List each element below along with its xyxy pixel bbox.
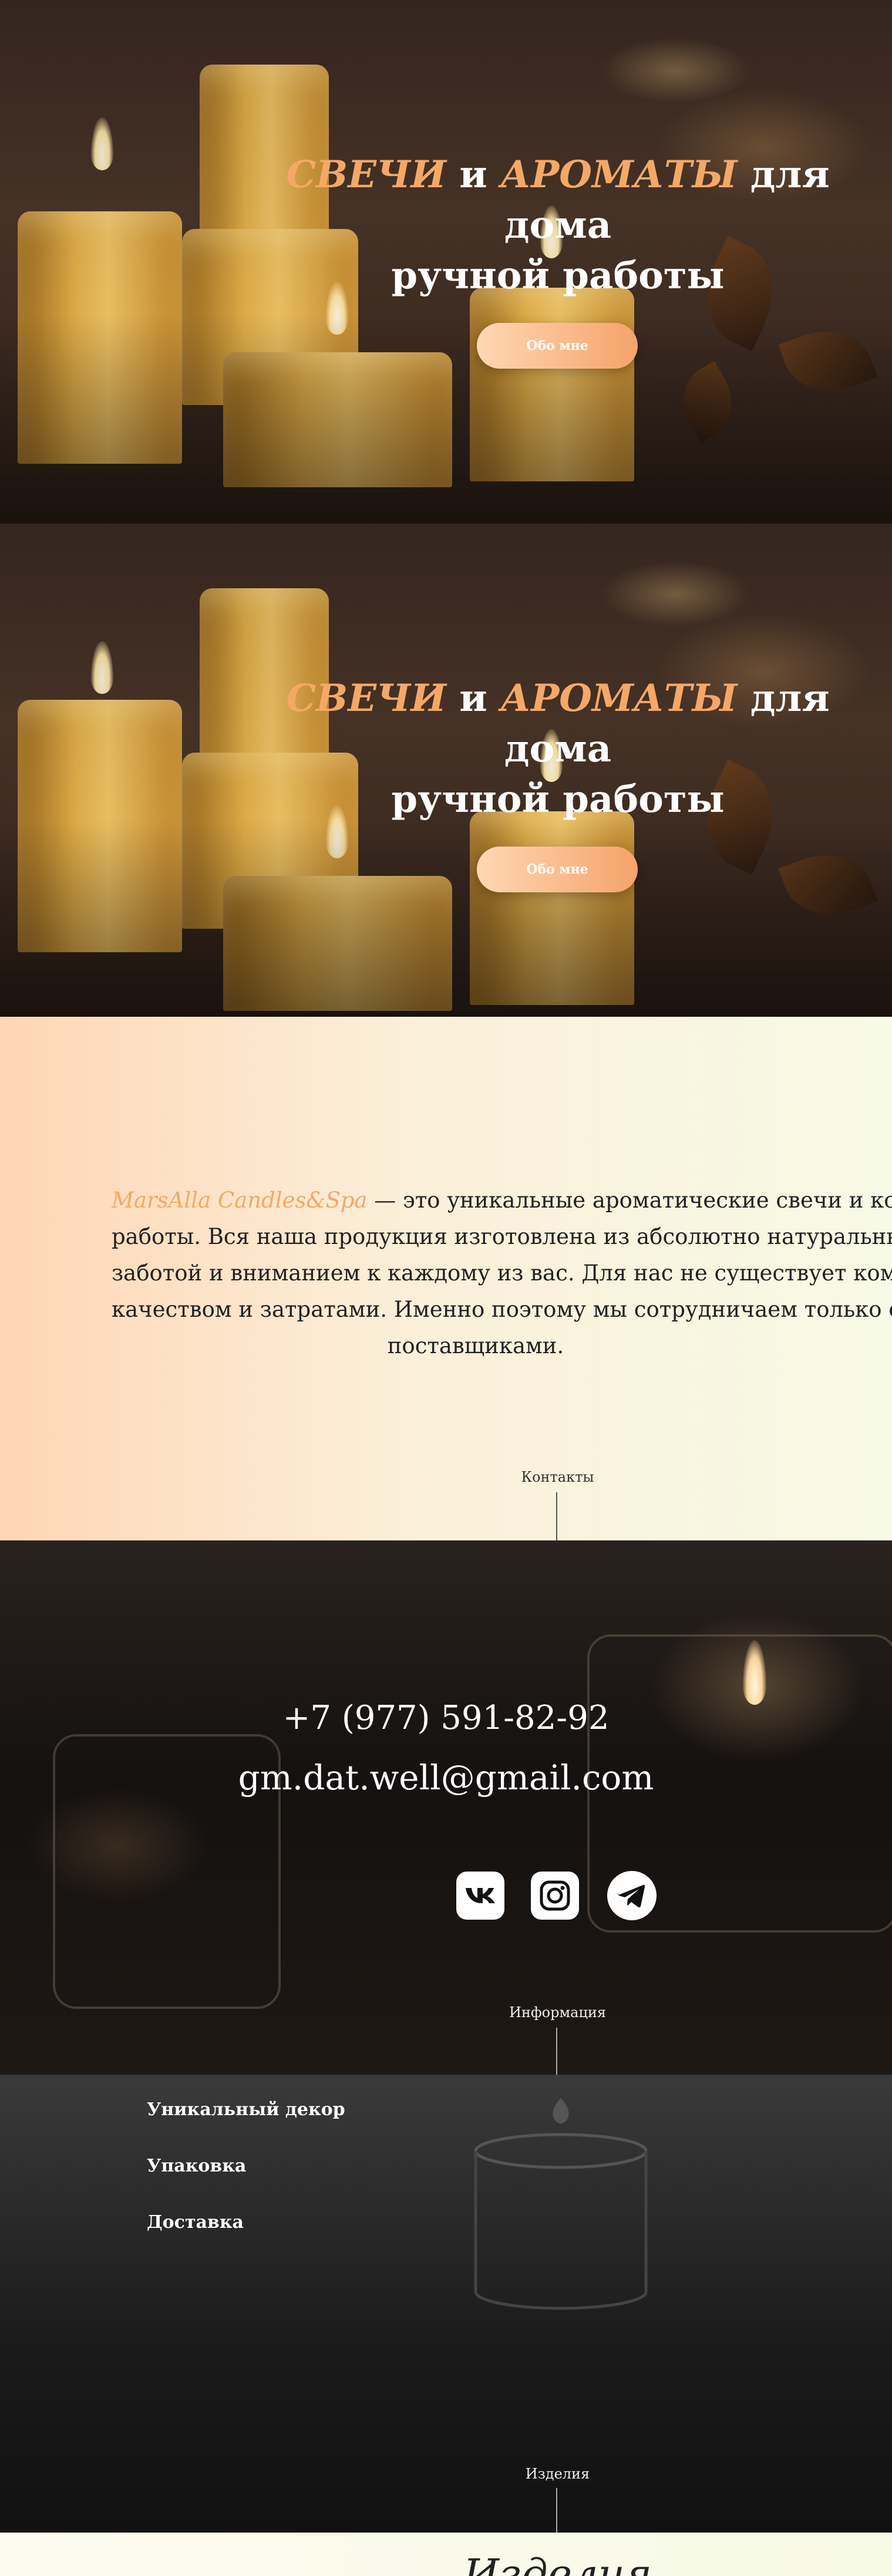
hero-title-accent: СВЕЧИ bbox=[286, 153, 446, 197]
candle-outline-icon bbox=[474, 2098, 648, 2310]
about-me-button[interactable]: Обо мне bbox=[477, 847, 638, 892]
instagram-icon[interactable] bbox=[530, 1870, 580, 1921]
about-line: поставщиками. bbox=[387, 1333, 564, 1358]
info-item-decor[interactable]: Уникальный декор bbox=[147, 2099, 345, 2120]
hero-section-2: СВЕЧИ и АРОМАТЫ для дома ручной работы О… bbox=[0, 524, 892, 1017]
hero-title-text: ручной работы bbox=[391, 777, 725, 821]
about-line: заботой и вниманием к каждому из вас. Дл… bbox=[112, 1260, 892, 1286]
contacts-nav-link[interactable]: Контакты bbox=[0, 1469, 892, 1485]
telegram-icon[interactable] bbox=[607, 1870, 657, 1921]
information-section: Уникальный декор Упаковка Доставка Издел… bbox=[0, 2075, 892, 2533]
about-line: работы. Вся наша продукция изготовлена и… bbox=[112, 1224, 892, 1249]
divider-line bbox=[556, 2488, 557, 2533]
hero-title-text: и bbox=[446, 153, 500, 197]
about-description: MarsAlla Candles&Spa — это уникальные ар… bbox=[112, 1182, 892, 1364]
hero-section-1: СВЕЧИ и АРОМАТЫ для дома ручной работы О… bbox=[0, 0, 892, 524]
divider-line bbox=[556, 2028, 557, 2075]
hero-title-accent: АРОМАТЫ bbox=[500, 676, 738, 720]
about-line: — это уникальные ароматические свечи и к… bbox=[374, 1188, 892, 1213]
info-item-delivery[interactable]: Доставка bbox=[147, 2212, 244, 2233]
vk-icon[interactable] bbox=[455, 1870, 506, 1921]
divider-line bbox=[556, 1492, 557, 1540]
about-line: качеством и затратами. Именно поэтому мы… bbox=[112, 1297, 892, 1322]
hero-title-accent: СВЕЧИ bbox=[286, 676, 446, 720]
information-nav-link[interactable]: Информация bbox=[0, 2004, 892, 2021]
phone-number[interactable]: +7 (977) 591-82-92 bbox=[0, 1699, 892, 1737]
hero-title: СВЕЧИ и АРОМАТЫ для дома ручной работы bbox=[247, 673, 869, 825]
hero-title: СВЕЧИ и АРОМАТЫ для дома ручной работы bbox=[247, 150, 869, 301]
hero-title-text: ручной работы bbox=[391, 254, 725, 298]
products-section: Изделия bbox=[0, 2533, 892, 2576]
products-title: Изделия bbox=[463, 2550, 652, 2576]
email-address[interactable]: gm.dat.well@gmail.com bbox=[0, 1758, 892, 1798]
products-nav-link[interactable]: Изделия bbox=[0, 2466, 892, 2482]
about-section: MarsAlla Candles&Spa — это уникальные ар… bbox=[0, 1017, 892, 1540]
brand-name: MarsAlla Candles&Spa bbox=[112, 1188, 368, 1213]
hero-title-text: и bbox=[446, 676, 500, 720]
contacts-section: +7 (977) 591-82-92 gm.dat.well@gmail.com… bbox=[0, 1540, 892, 2075]
info-item-packaging[interactable]: Упаковка bbox=[147, 2156, 246, 2176]
hero-title-accent: АРОМАТЫ bbox=[500, 153, 738, 197]
about-me-button[interactable]: Обо мне bbox=[477, 323, 638, 369]
